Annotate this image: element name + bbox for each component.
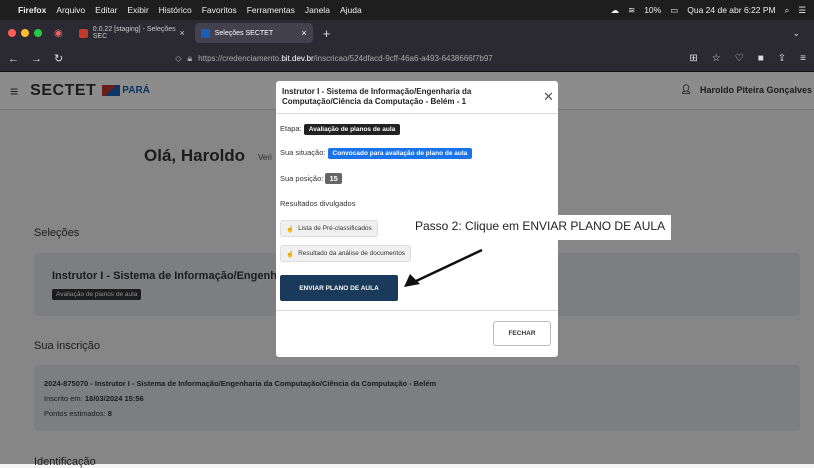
share-icon[interactable]: ⇪ — [778, 53, 786, 64]
battery-icon[interactable]: ▭ — [670, 5, 678, 16]
menu-item-favoritos[interactable]: Favoritos — [202, 5, 237, 15]
url-field[interactable]: ◇ 🔒︎ https://credenciamento.bit.dev.br/i… — [175, 53, 493, 64]
menu-item-editar[interactable]: Editar — [95, 5, 117, 15]
resultados-label: Resultados divulgados — [280, 199, 356, 208]
close-window-icon[interactable] — [8, 29, 16, 37]
modal-divider — [276, 310, 558, 311]
battery-percent[interactable]: 10% — [644, 5, 661, 15]
sectet-favicon-icon — [200, 28, 210, 38]
new-tab-icon[interactable]: + — [323, 26, 331, 41]
wifi-icon[interactable]: ≋ — [628, 5, 635, 16]
minimize-window-icon[interactable] — [21, 29, 29, 37]
etapa-badge: Avaliação de planos de aula — [303, 124, 401, 135]
modal-divider — [276, 113, 558, 114]
lock-icon[interactable]: 🔒︎ — [187, 53, 192, 64]
menu-icon[interactable]: ≡ — [800, 53, 806, 64]
forward-icon[interactable]: → — [31, 53, 42, 65]
chevron-down-icon[interactable]: ⌄ — [792, 28, 800, 39]
browser-tabbar: ◉ 0.0.22 [staging] - Seleções SEC × Sele… — [0, 20, 814, 46]
browser-navbar: ← → ↻ ◇ 🔒︎ https://credenciamento.bit.de… — [0, 46, 814, 72]
menu-item-ajuda[interactable]: Ajuda — [340, 5, 362, 15]
shield-icon[interactable]: ◇ — [175, 54, 181, 63]
back-icon[interactable]: ← — [8, 53, 19, 65]
menu-item-historico[interactable]: Histórico — [159, 5, 192, 15]
fechar-button[interactable]: FECHAR — [493, 321, 551, 346]
macos-menubar: Firefox Arquivo Editar Exibir Histórico … — [0, 0, 814, 20]
tab-title: 0.0.22 [staging] - Seleções SEC — [92, 26, 176, 40]
tutorial-annotation: Passo 2: Clique em ENVIAR PLANO DE AULA — [409, 215, 672, 240]
situacao-row: Sua situação: Convocado para avaliação d… — [280, 148, 473, 159]
pocket-icon[interactable]: ♡ — [735, 53, 744, 64]
situacao-badge: Convocado para avaliação de plano de aul… — [327, 148, 473, 159]
etapa-label: Etapa: — [280, 124, 302, 133]
posicao-row: Sua posição: 15 — [280, 173, 342, 184]
clock[interactable]: Qua 24 de abr 6:22 PM — [687, 5, 775, 15]
url-text: https://credenciamento.bit.dev.br/inscri… — [198, 54, 493, 63]
tab-staging[interactable]: 0.0.22 [staging] - Seleções SEC × — [73, 23, 191, 43]
lista-pre-classificados-button[interactable]: ☝ Lista de Pré-classificados — [280, 220, 378, 237]
cloud-icon[interactable]: ☁ — [611, 5, 620, 16]
menu-item-janela[interactable]: Janela — [305, 5, 330, 15]
firefox-view-icon[interactable]: ◉ — [54, 28, 63, 39]
hand-pointer-icon: ☝ — [286, 250, 295, 258]
hand-pointer-icon: ☝ — [286, 225, 295, 233]
menu-app-name[interactable]: Firefox — [18, 5, 46, 15]
tab-title: Seleções SECTET — [214, 29, 274, 37]
close-tab-icon[interactable]: × — [301, 28, 306, 38]
etapa-row: Etapa: Avaliação de planos de aula — [280, 124, 401, 135]
annotation-arrow-icon — [404, 248, 483, 287]
posicao-badge: 15 — [325, 173, 342, 184]
modal-title: Instrutor I - Sistema de Informação/Enge… — [282, 87, 472, 106]
sectet-favicon-icon — [78, 28, 88, 38]
menu-item-ferramentas[interactable]: Ferramentas — [247, 5, 295, 15]
close-tab-icon[interactable]: × — [179, 28, 184, 38]
resultado-button-label: Resultado da análise de documentos — [298, 250, 406, 257]
situacao-label: Sua situação: — [280, 148, 326, 157]
resultado-analise-button[interactable]: ☝ Resultado da análise de documentos — [280, 245, 412, 262]
lista-button-label: Lista de Pré-classificados — [298, 225, 372, 232]
enviar-plano-de-aula-button[interactable]: ENVIAR PLANO DE AULA — [280, 275, 398, 301]
search-icon[interactable]: ⌕ — [785, 5, 790, 16]
tab-selecoes[interactable]: Seleções SECTET × — [194, 23, 313, 43]
bookmark-star-icon[interactable]: ☆ — [712, 53, 721, 64]
menu-item-exibir[interactable]: Exibir — [127, 5, 148, 15]
zoom-window-icon[interactable] — [34, 29, 42, 37]
close-icon[interactable]: ✕ — [543, 89, 554, 105]
extension-icon[interactable]: ■ — [758, 53, 764, 64]
window-controls — [8, 29, 42, 37]
control-center-icon[interactable]: ☰ — [798, 5, 806, 16]
translate-icon[interactable]: ⊞ — [689, 53, 697, 64]
posicao-label: Sua posição: — [280, 174, 324, 183]
reload-icon[interactable]: ↻ — [54, 52, 63, 65]
menu-item-arquivo[interactable]: Arquivo — [56, 5, 85, 15]
